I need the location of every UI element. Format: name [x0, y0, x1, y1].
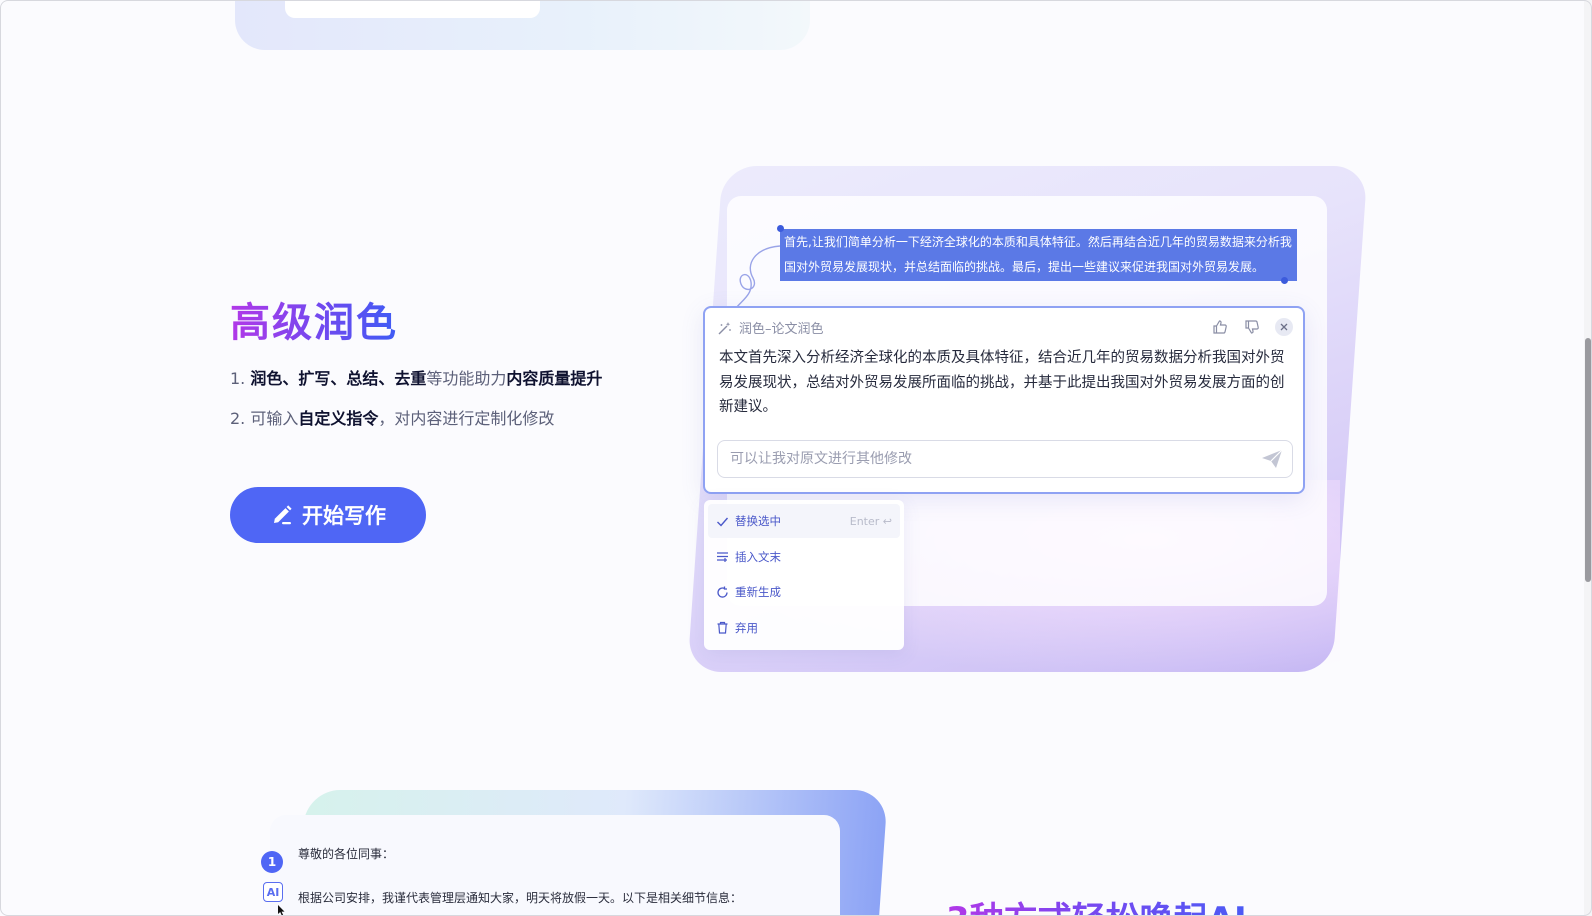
polish-result-text: 本文首先深入分析经济全球化的本质及具体特征，结合近几年的贸易数据分析我国对外贸易…: [719, 350, 1285, 415]
thumbs-down-button[interactable]: [1243, 318, 1261, 336]
pen-icon: [274, 505, 292, 525]
polish-panel-header: 润色–论文润色: [717, 318, 824, 337]
discard-label: 弃用: [735, 620, 758, 635]
curl-arrow-icon: [732, 245, 781, 313]
modify-instruction-input[interactable]: [717, 440, 1293, 478]
thumbs-up-button[interactable]: [1211, 318, 1229, 336]
previous-section-card-inner: [285, 0, 540, 18]
selection-end-handle[interactable]: [1281, 277, 1288, 284]
insert-end-label: 插入文末: [735, 549, 781, 564]
feature-item-2: 2. 可输入自定义指令，对内容进行定制化修改: [230, 406, 602, 446]
send-icon[interactable]: [1261, 449, 1283, 469]
enter-hint: Enter ↩: [849, 514, 892, 528]
letter-greeting: 尊敬的各位同事：: [298, 847, 395, 861]
step-number-badge: 1: [261, 851, 283, 873]
close-button[interactable]: [1275, 318, 1293, 336]
discard-item[interactable]: 弃用: [708, 611, 900, 645]
trash-icon: [717, 621, 728, 634]
feature-list: 1. 润色、扩写、总结、去重等功能助力内容质量提升 2. 可输入自定义指令，对内…: [230, 366, 602, 446]
wand-icon: [718, 321, 731, 334]
next-section-heading: 3种方式轻松唤起AI: [946, 892, 1247, 916]
refresh-icon: [717, 586, 728, 598]
feature-item-1-mid: 等功能助力: [426, 369, 507, 388]
feature-item-2-bold: 自定义指令: [298, 409, 379, 428]
mouse-cursor-icon: [278, 905, 285, 916]
ai-icon[interactable]: AI: [263, 882, 283, 902]
polish-panel: 润色–论文润色 本文首先深入分析经济全球化的本质及具体特征，结合近几年的贸易数据…: [703, 306, 1305, 494]
result-action-menu: 替换选中 Enter ↩ 插入文末 重新生成 弃用: [704, 500, 904, 650]
feature-item-2-prefix: 2. 可输入: [230, 409, 299, 428]
feature-item-1-bold2: 内容质量提升: [506, 369, 603, 388]
feature-item-1-bold: 润色、扩写、总结、去重: [250, 369, 427, 388]
thumbs-up-icon: [1213, 320, 1227, 334]
letter-notice: 根据公司安排，我谨代表管理层通知大家，明天将放假一天。以下是相关细节信息：: [298, 891, 743, 905]
thumbs-down-icon: [1245, 320, 1259, 334]
feature-item-1: 1. 润色、扩写、总结、去重等功能助力内容质量提升: [230, 366, 602, 406]
feature-item-1-prefix: 1.: [230, 369, 251, 388]
insert-end-item[interactable]: 插入文末: [708, 540, 900, 574]
selection-start-handle[interactable]: [777, 225, 784, 232]
insert-icon: [717, 552, 728, 562]
regenerate-label: 重新生成: [735, 585, 781, 599]
feature-item-2-suffix: ，对内容进行定制化修改: [378, 409, 555, 428]
feature-title: 高级润色: [230, 290, 398, 348]
check-icon: [717, 517, 729, 527]
selected-text[interactable]: 首先,让我们简单分析一下经济全球化的本质和具体特征。然后再结合近几年的贸易数据来…: [780, 229, 1297, 281]
replace-selection-item[interactable]: 替换选中 Enter ↩: [708, 504, 900, 538]
polish-panel-title: 润色–论文润色: [739, 322, 824, 337]
replace-selection-label: 替换选中: [735, 514, 781, 528]
close-icon: [1280, 323, 1288, 331]
start-writing-button[interactable]: 开始写作: [230, 487, 426, 543]
panel-actions: [1211, 318, 1293, 336]
regenerate-item[interactable]: 重新生成: [708, 575, 900, 609]
start-writing-label: 开始写作: [302, 504, 386, 528]
scrollbar-thumb[interactable]: [1585, 338, 1591, 582]
